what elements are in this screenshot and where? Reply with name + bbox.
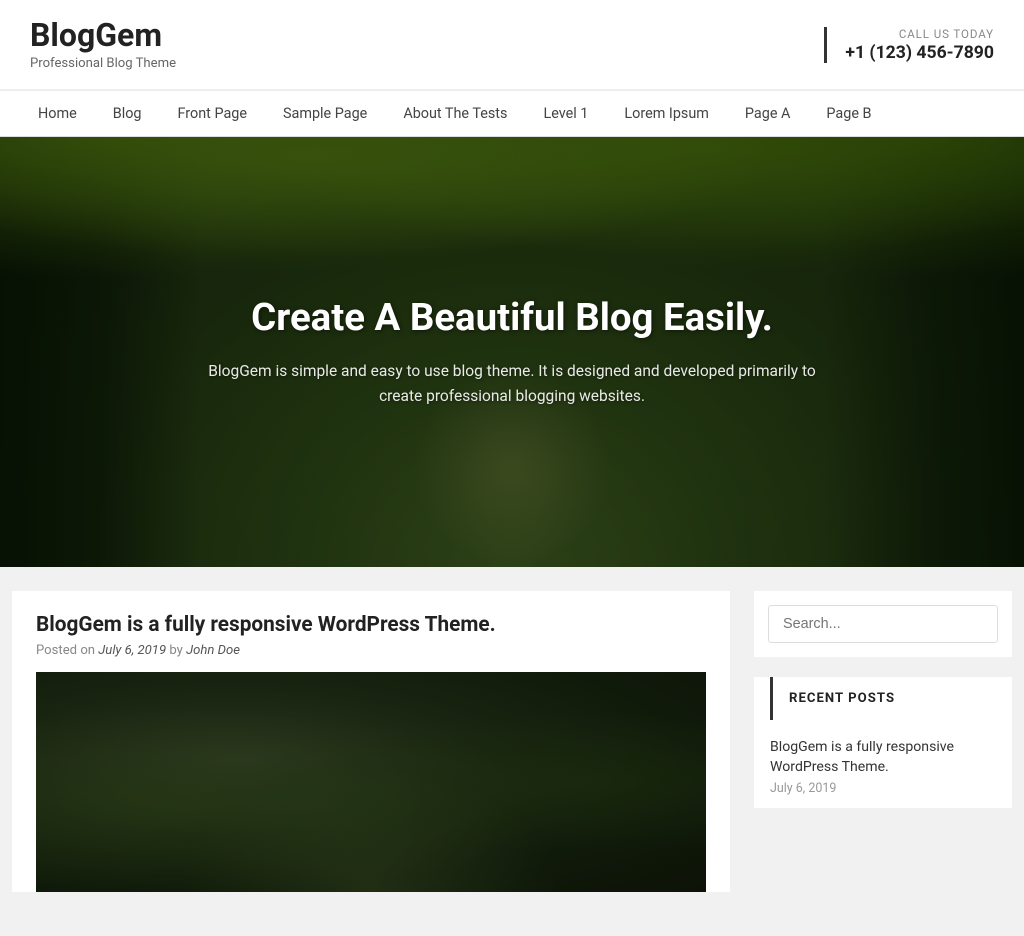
nav-item-pagea[interactable]: Page A (727, 91, 809, 136)
search-input-wrapper (768, 605, 998, 643)
recent-post-item: BlogGem is a fully responsive WordPress … (754, 730, 1012, 808)
recent-posts-widget: RECENT POSTS BlogGem is a fully responsi… (754, 677, 1012, 808)
hero-title: Create A Beautiful Blog Easily. (202, 295, 822, 341)
sidebar: RECENT POSTS BlogGem is a fully responsi… (754, 591, 1012, 912)
nav-item-abouttests[interactable]: About The Tests (385, 91, 525, 136)
recent-post-date: July 6, 2019 (770, 781, 996, 796)
nav-item-level1[interactable]: Level 1 (525, 91, 606, 136)
nav-link-pagea[interactable]: Page A (727, 91, 809, 136)
nav-item-lorem[interactable]: Lorem Ipsum (606, 91, 727, 136)
hero-section: Create A Beautiful Blog Easily. BlogGem … (0, 137, 1024, 567)
site-header: BlogGem Professional Blog Theme CALL US … (0, 0, 1024, 90)
search-widget (754, 591, 1012, 657)
nav-link-pageb[interactable]: Page B (808, 91, 889, 136)
contact-label: CALL US TODAY (845, 27, 994, 41)
nav-list: Home Blog Front Page Sample Page About T… (20, 91, 1004, 136)
post-meta: Posted on July 6, 2019 by John Doe (36, 643, 706, 658)
nav-item-samplepage[interactable]: Sample Page (265, 91, 385, 136)
post-date-link[interactable]: July 6, 2019 (98, 643, 166, 658)
recent-post-title[interactable]: BlogGem is a fully responsive WordPress … (770, 738, 996, 777)
foliage-overlay (0, 137, 1024, 317)
nav-link-samplepage[interactable]: Sample Page (265, 91, 385, 136)
post-title[interactable]: BlogGem is a fully responsive WordPress … (36, 613, 706, 637)
post-card: BlogGem is a fully responsive WordPress … (12, 591, 730, 892)
nav-link-blog[interactable]: Blog (95, 91, 160, 136)
nav-item-pageb[interactable]: Page B (808, 91, 889, 136)
site-tagline: Professional Blog Theme (30, 56, 176, 71)
nav-link-level1[interactable]: Level 1 (525, 91, 606, 136)
post-featured-image (36, 672, 706, 892)
nav-link-abouttests[interactable]: About The Tests (385, 91, 525, 136)
header-contact: CALL US TODAY +1 (123) 456-7890 (824, 27, 994, 63)
nav-link-home[interactable]: Home (20, 91, 95, 136)
site-branding: BlogGem Professional Blog Theme (30, 18, 176, 71)
post-author-link[interactable]: John Doe (186, 643, 240, 658)
site-title: BlogGem (30, 18, 176, 53)
content-area: BlogGem is a fully responsive WordPress … (12, 591, 730, 912)
nav-item-home[interactable]: Home (20, 91, 95, 136)
hero-content: Create A Beautiful Blog Easily. BlogGem … (162, 295, 862, 409)
nav-item-frontpage[interactable]: Front Page (160, 91, 265, 136)
recent-posts-title: RECENT POSTS (770, 677, 996, 720)
main-wrapper: BlogGem is a fully responsive WordPress … (0, 567, 1024, 936)
hero-subtitle: BlogGem is simple and easy to use blog t… (202, 359, 822, 409)
contact-phone: +1 (123) 456-7890 (845, 43, 994, 63)
nav-link-frontpage[interactable]: Front Page (160, 91, 265, 136)
nav-link-lorem[interactable]: Lorem Ipsum (606, 91, 727, 136)
nav-item-blog[interactable]: Blog (95, 91, 160, 136)
site-nav: Home Blog Front Page Sample Page About T… (0, 90, 1024, 137)
search-input[interactable] (768, 605, 998, 643)
